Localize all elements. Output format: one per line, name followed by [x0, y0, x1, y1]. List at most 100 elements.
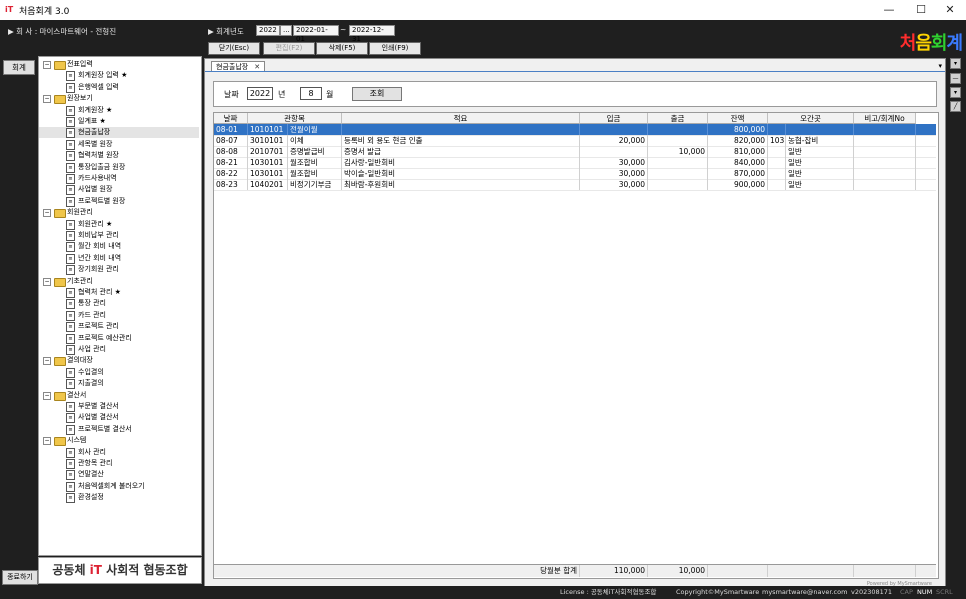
- cell-account: 전월이월: [288, 124, 342, 135]
- cell-date: 08-22: [214, 168, 248, 179]
- side-minimize-icon[interactable]: —: [950, 73, 961, 84]
- tree-item[interactable]: ≡ 프로젝트 예산관리: [39, 333, 199, 344]
- tree-item-label: 프로젝트 예산관리: [78, 333, 132, 342]
- tree-item[interactable]: ≡ 통장입출금 원장: [39, 162, 199, 173]
- tree-item[interactable]: ≡ 환경설정: [39, 492, 199, 504]
- print-f9-button[interactable]: 인쇄(F9): [369, 42, 421, 55]
- document-icon: ≡: [66, 481, 75, 492]
- document-icon: ≡: [66, 253, 75, 264]
- document-icon: ≡: [66, 424, 75, 435]
- date-to-input[interactable]: 2022-12-31: [349, 25, 395, 43]
- fiscal-year-picker-button[interactable]: ...: [280, 25, 292, 36]
- tree-group[interactable]: − 결산서: [39, 390, 199, 401]
- maximize-button[interactable]: ☐: [907, 2, 935, 18]
- filter-month-input[interactable]: 8: [300, 87, 322, 100]
- tree-item[interactable]: ≡ 협력처별 원장: [39, 150, 199, 162]
- collapse-toggle-icon[interactable]: −: [43, 95, 51, 104]
- tree-item[interactable]: ≡ 수입결의: [39, 367, 199, 378]
- tree-item[interactable]: ≡ 카드 관리: [39, 310, 199, 321]
- tree-item[interactable]: ≡ 년간 회비 내역: [39, 253, 199, 264]
- tree-group[interactable]: − 결의대장: [39, 355, 199, 367]
- tree-item[interactable]: ≡ 연말결산: [39, 469, 199, 481]
- tree-item[interactable]: ≡ 세목별 원장: [39, 139, 199, 150]
- side-dropdown-icon[interactable]: ▾: [950, 58, 961, 69]
- collapse-toggle-icon[interactable]: −: [43, 277, 51, 286]
- collapse-toggle-icon[interactable]: −: [43, 209, 51, 218]
- org-name-it: iT: [89, 563, 102, 577]
- cell-note: [854, 179, 916, 190]
- column-header[interactable]: 출금: [648, 113, 708, 124]
- document-icon: ≡: [66, 82, 75, 93]
- document-icon: ≡: [66, 459, 75, 469]
- tree-item[interactable]: ≡ 처음엑셀회계 불러오기: [39, 481, 199, 492]
- document-icon: ≡: [66, 151, 75, 162]
- column-header[interactable]: 적요: [342, 113, 580, 124]
- tree-item[interactable]: ≡ 카드사용내역: [39, 173, 199, 184]
- tree-item[interactable]: ≡ 회계원장 입력 ★: [39, 70, 199, 82]
- document-icon: ≡: [66, 231, 75, 241]
- collapse-toggle-icon[interactable]: −: [43, 391, 51, 400]
- tree-item[interactable]: ≡ 회원관리 ★: [39, 219, 199, 230]
- brand-char: 처: [899, 33, 917, 54]
- accounting-menu-button[interactable]: 회계: [3, 60, 35, 75]
- caps-lock-indicator: CAP: [900, 588, 913, 596]
- tree-group[interactable]: − 기초관리: [39, 276, 199, 287]
- column-header[interactable]: 비고/회계No: [854, 113, 916, 124]
- tree-item[interactable]: ≡ 현금출납장: [39, 127, 199, 139]
- tree-item[interactable]: ≡ 프로젝트별 원장: [39, 196, 199, 207]
- tab-close-icon[interactable]: ✕: [254, 63, 260, 71]
- tree-item[interactable]: ≡ 은행엑셀 입력: [39, 82, 199, 93]
- tree-item[interactable]: ≡ 사업 관리: [39, 344, 199, 355]
- collapse-toggle-icon[interactable]: −: [43, 61, 51, 69]
- delete-f5-button[interactable]: 삭제(F5): [316, 42, 368, 55]
- tree-item[interactable]: ≡ 사업별 결산서: [39, 412, 199, 424]
- cell-out: [648, 168, 708, 179]
- column-header[interactable]: 잔액: [708, 113, 768, 124]
- column-header[interactable]: 관항목: [248, 113, 342, 124]
- tree-item[interactable]: ≡ 사업별 원장: [39, 184, 199, 196]
- tree-item[interactable]: ≡ 일계표 ★: [39, 116, 199, 127]
- tree-group[interactable]: − 회원관리: [39, 207, 199, 219]
- side-dropdown-icon-2[interactable]: ▾: [950, 87, 961, 98]
- month-unit-label: 월: [326, 90, 334, 99]
- tree-item[interactable]: ≡ 협력처 관리 ★: [39, 287, 199, 298]
- tree-group[interactable]: − 전표입력: [39, 59, 199, 70]
- minimize-button[interactable]: —: [875, 2, 903, 18]
- tree-item[interactable]: ≡ 월간 회비 내역: [39, 241, 199, 253]
- collapse-toggle-icon[interactable]: −: [43, 437, 51, 446]
- tree-item[interactable]: ≡ 회사 관리: [39, 447, 199, 458]
- tree-item[interactable]: ≡ 회비납부 관리: [39, 230, 199, 241]
- date-from-input[interactable]: 2022-01-01: [293, 25, 339, 43]
- close-esc-button[interactable]: 닫기(Esc): [208, 42, 260, 55]
- column-header[interactable]: 입금: [580, 113, 648, 124]
- column-header[interactable]: 오간곳: [768, 113, 854, 124]
- tree-item[interactable]: ≡ 관항목 관리: [39, 458, 199, 469]
- tree-item-label: 년간 회비 내역: [78, 253, 122, 262]
- email-text: mysmartware@naver.com: [762, 588, 848, 596]
- tree-item[interactable]: ≡ 통장 관리: [39, 298, 199, 310]
- cell-dest: 일반: [786, 146, 854, 157]
- cell-in: [580, 146, 648, 157]
- tree-item-label: 연말결산: [78, 470, 104, 479]
- collapse-toggle-icon[interactable]: −: [43, 357, 51, 366]
- folder-icon: [54, 391, 66, 401]
- tab-dropdown-icon[interactable]: ▾: [938, 62, 942, 70]
- edit-f2-button[interactable]: 편집(F2): [263, 42, 315, 55]
- exit-button[interactable]: 종료하기: [2, 570, 38, 585]
- tree-item[interactable]: ≡ 장기회원 관리: [39, 264, 199, 276]
- column-header[interactable]: 날짜: [214, 113, 248, 124]
- tree-group[interactable]: − 시스템: [39, 435, 199, 447]
- side-pen-icon[interactable]: ╱: [950, 101, 961, 112]
- filter-year-input[interactable]: 2022: [247, 87, 273, 100]
- table-row[interactable]: 08-23 1040201 비정기기부금 최바람-후원회비 30,000 900,000 일…: [214, 179, 936, 191]
- tree-item[interactable]: ≡ 회계원장 ★: [39, 105, 199, 116]
- tree-item[interactable]: ≡ 지출결의: [39, 378, 199, 390]
- fiscal-year-input[interactable]: 2022: [256, 25, 280, 36]
- tree-item[interactable]: ≡ 부문별 결산서: [39, 401, 199, 412]
- close-window-button[interactable]: ✕: [936, 2, 964, 18]
- tree-item[interactable]: ≡ 프로젝트별 결산서: [39, 424, 199, 435]
- search-button[interactable]: 조회: [352, 87, 402, 101]
- tree-group[interactable]: − 원장보기: [39, 93, 199, 105]
- tree-item-label: 프로젝트별 원장: [78, 196, 126, 205]
- tree-item[interactable]: ≡ 프로젝트 관리: [39, 321, 199, 333]
